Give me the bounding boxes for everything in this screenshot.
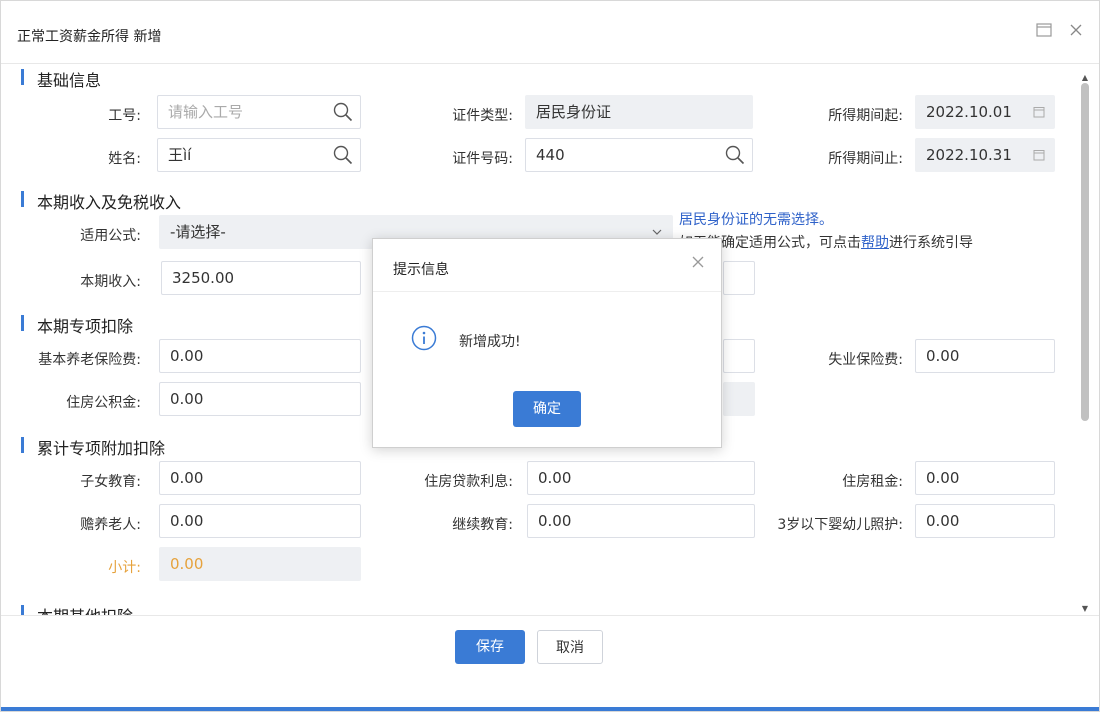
modal-overlay: 提示信息 新增成功! 确定: [0, 0, 1108, 716]
dialog-title: 提示信息: [393, 262, 449, 278]
info-icon: [411, 325, 437, 351]
message-dialog: 提示信息 新增成功! 确定: [372, 238, 722, 448]
close-icon[interactable]: [691, 253, 705, 274]
dialog-divider: [373, 291, 721, 292]
dialog-message: 新增成功!: [459, 334, 521, 350]
ok-button[interactable]: 确定: [513, 391, 581, 427]
